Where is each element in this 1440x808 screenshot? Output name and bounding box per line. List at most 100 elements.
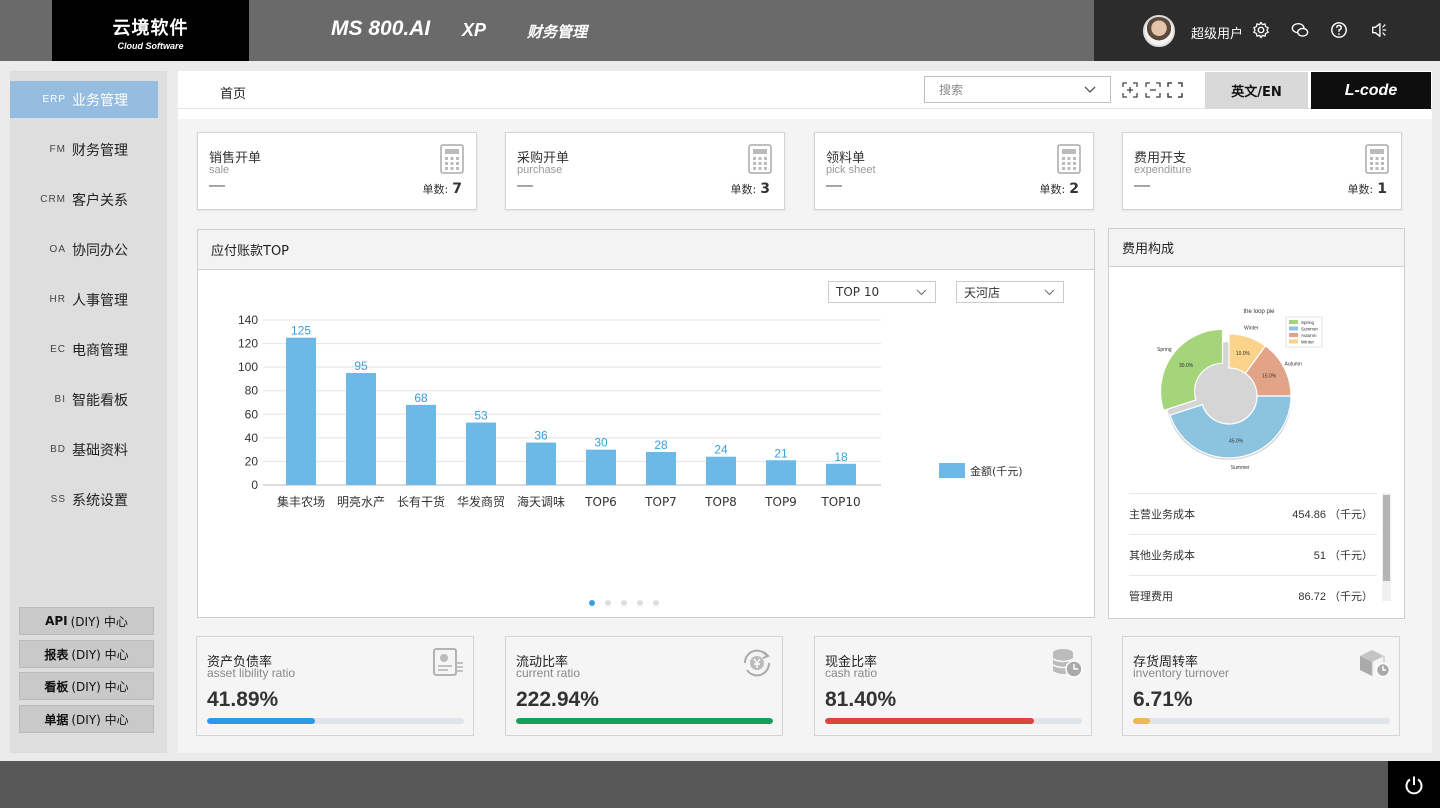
board-diy-button[interactable]: 看板 (DIY) 中心: [19, 672, 154, 700]
power-icon: [1405, 776, 1423, 794]
ratio-value: 6.71%: [1133, 688, 1193, 711]
wechat-icon[interactable]: [1291, 21, 1309, 39]
bar-value-label: 24: [714, 443, 728, 457]
chart-bar[interactable]: [406, 404, 436, 485]
progress-fill: [207, 718, 315, 724]
zoom-in-icon[interactable]: [1122, 82, 1138, 98]
doc-card-count-label: 单数:: [1039, 183, 1066, 196]
store-select[interactable]: 天河店: [956, 281, 1064, 303]
ratio-card-cash[interactable]: 现金比率 cash ratio 81.40%: [814, 636, 1092, 736]
sidebar-item-label: 智能看板: [72, 392, 128, 409]
ratio-card-inventory[interactable]: 存货周转率 inventory turnover 6.71%: [1122, 636, 1400, 736]
api-diy-button[interactable]: API (DIY) 中心: [19, 607, 154, 635]
doc-card-sale[interactable]: 销售开单 sale — 单数: 7: [197, 132, 477, 210]
carousel-dot[interactable]: [653, 600, 659, 606]
legend-label: 金额(千元): [970, 464, 1023, 478]
list-item: 主营业务成本 454.86 （千元）: [1129, 493, 1377, 534]
sidebar-item-code: BD: [50, 444, 66, 455]
cost-panel-title: 费用构成: [1109, 229, 1404, 267]
doc-card-count-value: 7: [452, 181, 462, 197]
search-input[interactable]: 搜索: [924, 76, 1111, 103]
power-button[interactable]: [1388, 761, 1440, 808]
ratio-card-asset-liability[interactable]: 资产负债率 asset libility ratio 41.89%: [196, 636, 474, 736]
chart-bar[interactable]: [766, 460, 796, 485]
report-diy-button[interactable]: 报表 (DIY) 中心: [19, 640, 154, 668]
app-logo[interactable]: 云境软件 Cloud Software: [52, 0, 249, 61]
list-item: 管理费用 86.72 （千元）: [1129, 575, 1377, 616]
logo-cn: 云境软件: [112, 18, 189, 39]
sidebar-item-fm[interactable]: FM 财务管理: [10, 131, 158, 168]
chart-bar[interactable]: [466, 422, 496, 485]
doc-card-count-label: 单数:: [730, 183, 757, 196]
scrollbar-thumb[interactable]: [1383, 495, 1390, 581]
package-icon: [1360, 650, 1391, 678]
chart-bar[interactable]: [286, 337, 316, 485]
y-tick-label: 140: [238, 315, 258, 327]
sidebar-item-hr[interactable]: HR 人事管理: [10, 281, 158, 318]
sidebar-item-bd[interactable]: BD 基础资料: [10, 431, 158, 468]
progress-fill: [825, 718, 1035, 724]
sidebar-item-erp[interactable]: ERP 业务管理: [10, 81, 158, 118]
pie-legend-swatch: [1289, 333, 1298, 337]
payables-bar-chart: 0 20 40 60 80 100 120 140 125 集丰农场 95 明亮水产 68 长有干货 53 华…: [238, 315, 1023, 509]
doc-card-subtitle: purchase: [517, 164, 563, 176]
bar-value-label: 53: [474, 409, 488, 423]
sidebar-item-ss[interactable]: SS 系统设置: [10, 481, 158, 518]
chart-bar[interactable]: [826, 463, 856, 485]
sidebar-item-code: CRM: [40, 194, 66, 205]
ratio-subtitle: cash ratio: [825, 666, 878, 680]
carousel-dot[interactable]: [605, 600, 611, 606]
doc-card-expenditure[interactable]: 费用开支 expenditure — 单数: 1: [1122, 132, 1402, 210]
chart-bar[interactable]: [706, 456, 736, 485]
diy-label-rest: (DIY) 中心: [71, 679, 129, 694]
help-icon[interactable]: [1330, 21, 1348, 39]
pie-name-label: Autumn: [1285, 361, 1302, 367]
ratio-value: 222.94%: [516, 688, 599, 711]
carousel-dot[interactable]: [589, 600, 595, 606]
doc-card-pick-sheet[interactable]: 领料单 pick sheet — 单数: 2: [814, 132, 1094, 210]
document-diy-button[interactable]: 单据 (DIY) 中心: [19, 705, 154, 733]
calculator-icon: [1057, 144, 1081, 174]
chart-bar[interactable]: [526, 442, 556, 485]
avatar[interactable]: [1143, 15, 1175, 47]
speaker-icon[interactable]: [1370, 21, 1388, 39]
language-button[interactable]: 英文/EN: [1205, 72, 1308, 109]
fullscreen-icon[interactable]: [1167, 82, 1183, 98]
sidebar-item-crm[interactable]: CRM 客户关系: [10, 181, 158, 218]
ratio-subtitle: current ratio: [516, 666, 581, 680]
bar-value-label: 36: [534, 429, 548, 443]
chart-bar[interactable]: [646, 452, 676, 485]
zoom-out-icon[interactable]: [1145, 82, 1161, 98]
chart-bar[interactable]: [346, 373, 376, 485]
y-tick-label: 100: [238, 360, 258, 374]
carousel-dot[interactable]: [637, 600, 643, 606]
top-bar: 云境软件 Cloud Software MS 800.AI XP 财务管理 超级…: [0, 0, 1440, 61]
chart-bar[interactable]: [586, 449, 616, 485]
top-n-select[interactable]: TOP 10: [828, 281, 936, 303]
gear-icon[interactable]: [1252, 21, 1270, 39]
carousel-dot[interactable]: [621, 600, 627, 606]
pie-percent-label: 45.0%: [1229, 438, 1244, 444]
carousel-dots: [589, 600, 659, 606]
doc-card-count-value: 3: [760, 181, 770, 197]
ratio-card-current[interactable]: 流动比率 current ratio 222.94%: [505, 636, 783, 736]
doc-card-purchase[interactable]: 采购开单 purchase — 单数: 3: [505, 132, 785, 210]
sidebar-item-label: 财务管理: [72, 142, 128, 159]
lcode-button[interactable]: L-code: [1311, 72, 1431, 109]
pie-name-label: Winter: [1244, 326, 1259, 332]
chevron-down-icon: [1084, 86, 1096, 93]
pie-legend-label: Autumn: [1301, 333, 1317, 338]
bar-value-label: 30: [594, 436, 608, 450]
sidebar-item-bi[interactable]: BI 智能看板: [10, 381, 158, 418]
list-item: 其他业务成本 51 （千元）: [1129, 534, 1377, 575]
cost-label: 管理费用: [1129, 590, 1173, 603]
x-tick-label: 明亮水产: [337, 494, 385, 509]
doc-card-dash: —: [209, 177, 225, 194]
bar-value-label: 95: [354, 359, 368, 373]
doc-card-subtitle: sale: [209, 164, 230, 176]
tab-home[interactable]: 首页: [220, 83, 246, 102]
sidebar-item-ec[interactable]: EC 电商管理: [10, 331, 158, 368]
username[interactable]: 超级用户: [1191, 23, 1243, 42]
y-tick-label: 120: [238, 337, 258, 351]
sidebar-item-oa[interactable]: OA 协同办公: [10, 231, 158, 268]
